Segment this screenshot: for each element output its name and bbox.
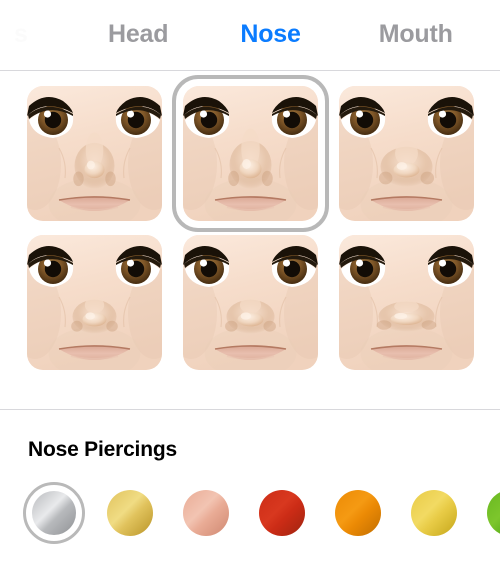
piercing-color-orange[interactable]: [327, 482, 389, 544]
piercing-color-yellow[interactable]: [403, 482, 465, 544]
memoji-face-illustration: [339, 235, 474, 370]
color-dot: [32, 491, 76, 535]
memoji-face-illustration: [27, 235, 162, 370]
nose-option-thumbnail: [339, 86, 474, 221]
nose-option-thumbnail: [339, 235, 474, 370]
nose-option-6[interactable]: [339, 235, 474, 370]
piercing-color-silver[interactable]: [23, 482, 85, 544]
piercing-color-rose-gold[interactable]: [175, 482, 237, 544]
nose-option-1[interactable]: [27, 86, 162, 221]
color-dot: [335, 490, 381, 536]
nose-option-thumbnail: [183, 235, 318, 370]
nose-piercings-header: Nose Piercings: [0, 410, 500, 472]
piercing-color-row[interactable]: [0, 472, 500, 572]
nose-option-3[interactable]: [339, 86, 474, 221]
nose-option-4[interactable]: [27, 235, 162, 370]
tab-partial-left[interactable]: s: [14, 0, 40, 69]
tab-mouth[interactable]: Mouth: [379, 0, 453, 69]
memoji-face-illustration: [27, 86, 162, 221]
nose-option-thumbnail: [183, 86, 318, 221]
nose-option-thumbnail: [27, 235, 162, 370]
nose-options-grid[interactable]: [27, 75, 474, 370]
color-dot: [259, 490, 305, 536]
piercing-color-green[interactable]: [479, 482, 500, 544]
color-dot: [107, 490, 153, 536]
memoji-face-illustration: [183, 86, 318, 221]
section-title: Nose Piercings: [28, 438, 177, 461]
nose-option-thumbnail: [27, 86, 162, 221]
tab-head[interactable]: Head: [108, 0, 169, 69]
piercing-color-red[interactable]: [251, 482, 313, 544]
color-dot: [183, 490, 229, 536]
color-dot: [487, 490, 500, 536]
color-dot: [411, 490, 457, 536]
memoji-face-illustration: [339, 86, 474, 221]
piercing-color-strip[interactable]: [23, 482, 500, 544]
nose-options-grid-section: [0, 71, 500, 409]
nose-option-2[interactable]: [172, 75, 329, 232]
category-tab-bar[interactable]: s Head Nose Mouth: [0, 0, 500, 70]
tab-strip[interactable]: s Head Nose Mouth: [0, 0, 453, 69]
memoji-face-illustration: [183, 235, 318, 370]
tab-nose[interactable]: Nose: [240, 0, 301, 69]
nose-option-5[interactable]: [183, 235, 318, 370]
piercing-color-gold[interactable]: [99, 482, 161, 544]
